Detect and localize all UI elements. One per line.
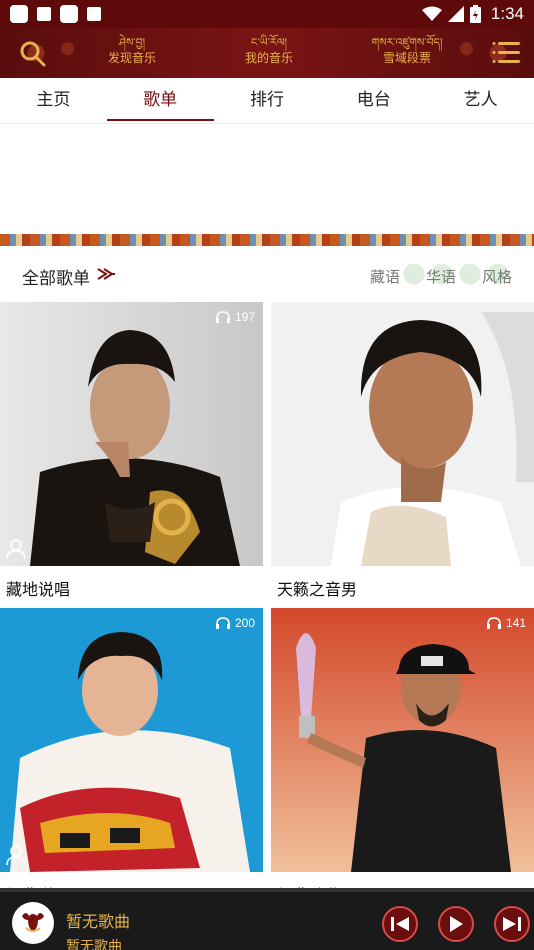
status-bar: 1:34 xyxy=(0,0,534,28)
playlist-cover xyxy=(271,302,534,566)
mail-icon xyxy=(37,7,51,21)
previous-button[interactable] xyxy=(382,906,418,942)
nav-label: 发现音乐 xyxy=(107,51,156,65)
headphones-icon xyxy=(486,617,501,629)
nav-label: 我的音乐 xyxy=(244,51,293,65)
now-playing-title: 暂无歌曲 xyxy=(66,912,131,931)
signal-icon xyxy=(447,6,464,22)
headphones-icon xyxy=(215,311,230,323)
user-icon xyxy=(6,539,26,560)
section-title[interactable]: 全部歌单 xyxy=(22,264,90,289)
nav-tibetan-label: ང་ཡི་རོལ། xyxy=(250,36,287,49)
next-icon xyxy=(503,917,521,931)
tab-artists[interactable]: 艺人 xyxy=(427,78,534,123)
clock: 1:34 xyxy=(490,4,524,23)
wifi-icon xyxy=(421,6,442,21)
tab-home[interactable]: 主页 xyxy=(0,78,107,123)
nav-my-music[interactable]: ང་ཡི་རོལ། 我的音乐 xyxy=(237,36,301,67)
tab-charts[interactable]: 排行 xyxy=(214,78,321,123)
play-count-value: 141 xyxy=(505,616,526,630)
next-button[interactable] xyxy=(494,906,530,942)
notification-icon xyxy=(10,5,28,23)
playlist-title[interactable]: 天籁之音男 xyxy=(277,576,357,600)
playlist-cover xyxy=(271,608,534,872)
user-icon xyxy=(6,845,26,866)
section-header: 全部歌单 藏语 华语 风格 xyxy=(0,254,534,296)
headphones-icon xyxy=(215,617,230,629)
nav-tibetan-label: ཤེས་བྱ། xyxy=(118,36,146,49)
play-button[interactable] xyxy=(438,906,474,942)
tab-radio[interactable]: 电台 xyxy=(320,78,427,123)
play-count: 200 xyxy=(215,616,255,630)
nav-label: 雪域段票 xyxy=(382,51,431,65)
tab-bar: 主页 歌单 排行 电台 艺人 xyxy=(0,78,534,124)
battery-icon xyxy=(469,5,481,23)
app-logo xyxy=(12,902,54,944)
play-icon xyxy=(450,916,463,932)
playlist-cover xyxy=(0,302,263,566)
app-icon xyxy=(87,7,101,21)
playlist-cover xyxy=(0,608,263,872)
mini-player[interactable]: 暂无歌曲 暂无歌曲 xyxy=(0,888,534,950)
nav-snow-vote[interactable]: གསར་འཛུགས་བོད། 雪域段票 xyxy=(352,36,462,67)
menu-icon[interactable] xyxy=(492,40,522,66)
ornamental-divider xyxy=(0,234,534,246)
filter-group: 藏语 华语 风格 xyxy=(370,260,512,288)
search-icon[interactable] xyxy=(18,39,48,69)
play-count: 197 xyxy=(215,310,255,324)
previous-icon xyxy=(391,917,409,931)
filter-tibetan[interactable]: 藏语 xyxy=(370,266,400,287)
now-playing-subtitle: 暂无歌曲 xyxy=(66,939,122,950)
playlist-title[interactable]: 藏地说唱 xyxy=(6,576,70,600)
nav-tibetan-label: གསར་འཛུགས་བོད། xyxy=(371,36,443,49)
tab-playlists[interactable]: 歌单 xyxy=(106,78,214,123)
app-root: 1:34 ཤེས་བྱ། 发现音乐 ང་ཡི་རོལ། 我的音乐 གསར་འཛུ… xyxy=(0,0,534,950)
play-count-value: 200 xyxy=(234,616,255,630)
play-count-value: 197 xyxy=(234,310,255,324)
nav-discover-music[interactable]: ཤེས་བྱ། 发现音乐 xyxy=(100,36,164,67)
top-banner: ཤེས་བྱ། 发现音乐 ང་ཡི་རོལ། 我的音乐 གསར་འཛུགས་བོ… xyxy=(0,28,534,78)
ornament-arrow-icon xyxy=(97,268,115,280)
notification-icon xyxy=(60,5,78,23)
filter-background-ornament xyxy=(399,260,510,288)
play-count: 141 xyxy=(486,616,526,630)
